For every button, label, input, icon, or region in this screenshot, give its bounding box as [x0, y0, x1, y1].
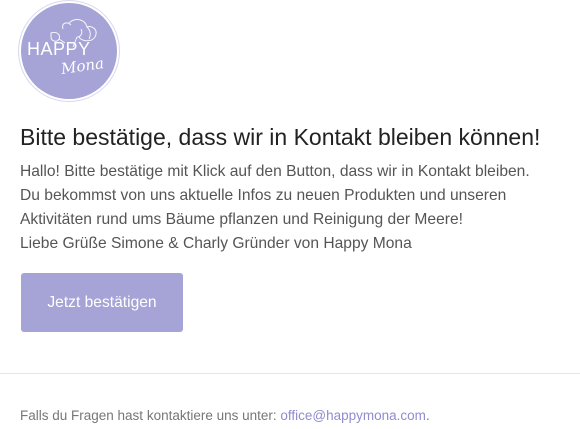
footer-text: Falls du Fragen hast kontaktiere uns unt… [20, 408, 281, 423]
footer-divider [0, 373, 580, 374]
body-line: Aktivitäten rund ums Bäume pflanzen und … [20, 211, 463, 228]
contact-email-link[interactable]: office@happymona.com [280, 408, 426, 423]
email-body: Hallo! Bitte bestätige mit Klick auf den… [20, 160, 565, 256]
body-line: Liebe Grüße Simone & Charly Gründer von … [20, 235, 412, 252]
email-heading: Bitte bestätige, dass wir in Kontakt ble… [20, 124, 541, 150]
brand-logo: HAPPY Mona [21, 3, 117, 99]
confirm-button[interactable]: Jetzt bestätigen [21, 273, 183, 332]
body-line: Du bekommst von uns aktuelle Infos zu ne… [20, 187, 507, 204]
footer-contact: Falls du Fragen hast kontaktiere uns unt… [20, 408, 430, 423]
footer-suffix: . [425, 408, 430, 423]
body-line: Hallo! Bitte bestätige mit Klick auf den… [20, 163, 530, 180]
